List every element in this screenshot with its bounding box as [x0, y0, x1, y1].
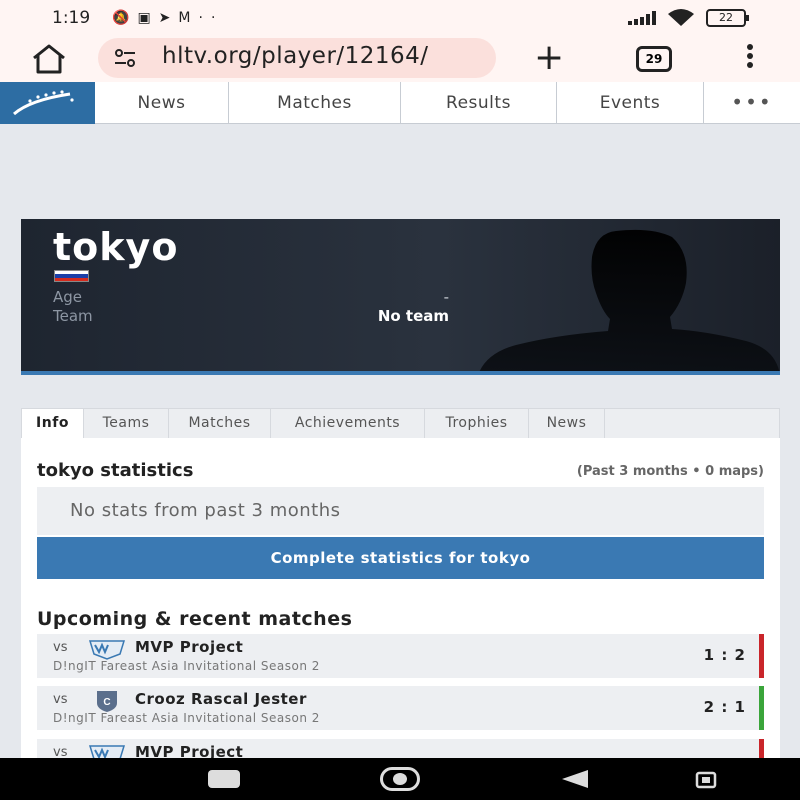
complete-statistics-button[interactable]: Complete statistics for tokyo	[37, 537, 764, 579]
russia-flag-icon	[54, 270, 89, 282]
flag-stripe-red	[55, 277, 88, 281]
nav-news[interactable]: News	[95, 82, 229, 124]
team-value: No team	[377, 307, 449, 325]
team-label: Team	[53, 307, 93, 325]
win-indicator	[759, 686, 764, 730]
match-score: 1 : 2	[703, 646, 746, 664]
back-button[interactable]	[560, 769, 590, 789]
tab-matches[interactable]: Matches	[169, 409, 271, 439]
matches-title: Upcoming & recent matches	[37, 608, 353, 630]
site-settings-icon[interactable]	[114, 48, 136, 68]
url-text: hltv.org/player/12164/	[162, 43, 429, 69]
tab-teams[interactable]: Teams	[84, 409, 169, 439]
more-dots-icon: ··	[198, 10, 224, 26]
tab-achievements[interactable]: Achievements	[271, 409, 425, 439]
nav-results[interactable]: Results	[401, 82, 557, 124]
loss-indicator	[759, 634, 764, 678]
match-score: 2 : 1	[703, 698, 746, 716]
crooz-rascal-jester-logo-icon: C	[97, 691, 117, 712]
nav-events[interactable]: Events	[557, 82, 704, 124]
no-stats-message: No stats from past 3 months	[37, 487, 764, 535]
tab-trophies[interactable]: Trophies	[425, 409, 529, 439]
player-profile-header: tokyo Age - Team No team	[21, 219, 780, 375]
team-name[interactable]: Crooz Rascal Jester	[135, 690, 307, 708]
stats-title: tokyo statistics	[37, 460, 194, 481]
hltv-logo-icon	[13, 90, 74, 116]
browser-toolbar: hltv.org/player/12164/ + 29	[0, 36, 800, 82]
address-bar[interactable]: hltv.org/player/12164/	[98, 38, 496, 78]
tab-switcher-button[interactable]: 29	[636, 46, 672, 72]
tab-info[interactable]: Info	[22, 409, 84, 439]
match-row[interactable]: vs C Crooz Rascal Jester D!ngIT Fareast …	[37, 686, 764, 730]
svg-text:C: C	[103, 697, 110, 708]
gmail-icon: M	[178, 10, 199, 26]
age-value: -	[443, 288, 449, 306]
telegram-icon: ➤	[158, 10, 179, 26]
home-icon[interactable]	[30, 44, 68, 74]
team-name[interactable]: MVP Project	[135, 638, 243, 656]
profile-tabs: Info Teams Matches Achievements Trophies…	[21, 408, 780, 439]
vs-label: vs	[53, 640, 68, 655]
new-tab-icon[interactable]: +	[534, 40, 564, 76]
recent-apps-button[interactable]	[208, 770, 240, 788]
event-name: D!ngIT Fareast Asia Invitational Season …	[53, 711, 320, 725]
nav-matches[interactable]: Matches	[229, 82, 401, 124]
battery-level: 22	[719, 11, 733, 24]
info-panel: tokyo statistics (Past 3 months • 0 maps…	[21, 438, 780, 783]
signal-icon	[628, 11, 656, 25]
event-name: D!ngIT Fareast Asia Invitational Season …	[53, 659, 320, 673]
muted-bell-icon: 🔕	[112, 10, 138, 26]
home-button[interactable]	[380, 767, 420, 791]
tab-count: 29	[645, 52, 663, 66]
browser-menu-icon[interactable]	[744, 44, 756, 74]
rotate-icon[interactable]	[694, 769, 718, 791]
player-nickname: tokyo	[53, 225, 179, 269]
player-silhouette	[479, 229, 780, 371]
hltv-logo[interactable]	[0, 82, 95, 124]
vs-label: vs	[53, 692, 68, 707]
android-navigation-bar	[0, 758, 800, 800]
wifi-icon	[668, 9, 694, 26]
age-label: Age	[53, 288, 83, 306]
tab-news[interactable]: News	[529, 409, 605, 439]
mvp-project-logo-icon	[88, 640, 126, 660]
status-time: 1:19	[52, 8, 91, 28]
notification-icons: 🔕▣➤M··	[112, 10, 223, 26]
battery-icon: 22	[706, 9, 749, 27]
nav-more-button[interactable]: •••	[704, 82, 800, 124]
site-navigation: News Matches Results Events •••	[0, 82, 800, 124]
stats-period: (Past 3 months • 0 maps)	[576, 464, 764, 479]
status-bar: 1:19 🔕▣➤M·· 22	[0, 0, 800, 36]
twitch-icon: ▣	[137, 10, 159, 26]
match-row[interactable]: vs MVP Project D!ngIT Fareast Asia Invit…	[37, 634, 764, 678]
